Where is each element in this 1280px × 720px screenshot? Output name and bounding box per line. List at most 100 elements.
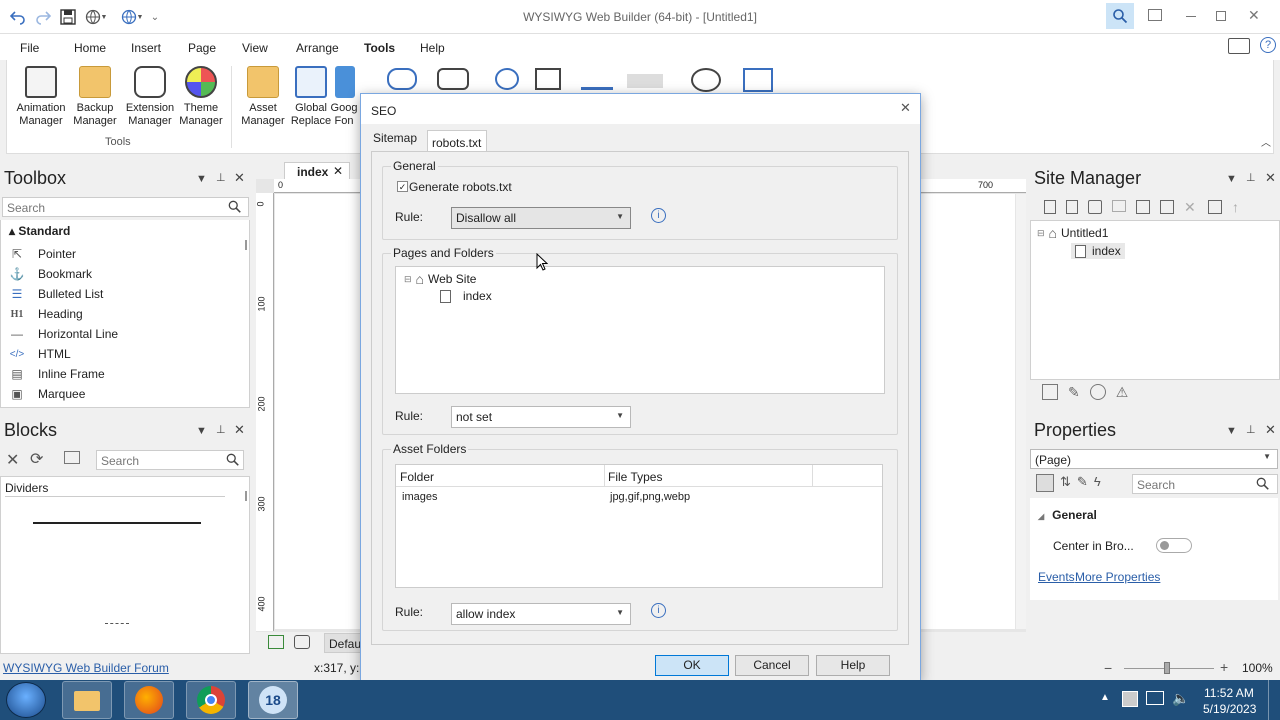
options-icon[interactable] bbox=[743, 68, 773, 92]
sitemap-icon[interactable] bbox=[535, 68, 561, 90]
search-icon[interactable] bbox=[1106, 3, 1134, 29]
chat-icon[interactable] bbox=[495, 68, 519, 90]
delete-icon[interactable]: ✕ bbox=[1184, 200, 1198, 214]
toolbox-item-pointer[interactable]: ⇱ Pointer bbox=[1, 244, 241, 264]
layout-icon[interactable] bbox=[1228, 38, 1250, 54]
taskbar-chrome[interactable] bbox=[186, 681, 236, 719]
scrollbar[interactable] bbox=[245, 240, 247, 250]
info-icon[interactable]: i bbox=[651, 603, 666, 618]
toolbox-search-input[interactable]: Search bbox=[2, 197, 249, 217]
blocks-search-input[interactable]: Search bbox=[96, 450, 244, 470]
generate-robots-checkbox[interactable]: ✓ bbox=[397, 181, 408, 192]
table-row[interactable]: images jpg,gif,png,webp bbox=[396, 489, 882, 507]
assets-rule-dropdown[interactable]: allow index ▼ bbox=[451, 603, 631, 625]
action-center-icon[interactable] bbox=[1122, 691, 1138, 707]
panel-menu-icon[interactable]: ▼ bbox=[1226, 425, 1237, 437]
toolbox-item-heading[interactable]: H1 Heading bbox=[1, 304, 241, 324]
toolbox-item-marquee[interactable]: ▣ Marquee bbox=[1, 384, 241, 404]
page-properties-icon[interactable] bbox=[1088, 200, 1102, 214]
copy-icon[interactable] bbox=[1160, 200, 1174, 214]
panel-menu-icon[interactable]: ▼ bbox=[1226, 173, 1237, 185]
animation-manager-button[interactable]: Animation Manager bbox=[13, 66, 69, 128]
object-selector-dropdown[interactable]: (Page) ▼ bbox=[1030, 449, 1278, 469]
history-icon[interactable] bbox=[1089, 384, 1106, 400]
scrollbar[interactable] bbox=[245, 491, 247, 501]
more-properties-link[interactable]: More Properties bbox=[1075, 570, 1160, 584]
minimize-icon[interactable] bbox=[1186, 16, 1196, 17]
volume-icon[interactable]: 🔈 bbox=[1172, 690, 1189, 707]
font-icon[interactable] bbox=[581, 68, 613, 90]
master-page-tab[interactable]: Defau bbox=[324, 633, 364, 653]
zoom-thumb[interactable] bbox=[1164, 662, 1170, 674]
new-page-icon[interactable] bbox=[1044, 200, 1056, 214]
new-folder-icon[interactable] bbox=[1112, 200, 1126, 212]
tree-root[interactable]: ⊟ ⌂ Untitled1 bbox=[1037, 225, 1108, 241]
general-rule-dropdown[interactable]: Disallow all ▼ bbox=[451, 207, 631, 229]
menu-tools[interactable]: Tools bbox=[364, 41, 395, 55]
zoom-out-icon[interactable]: − bbox=[1104, 660, 1112, 676]
ribbon-display-icon[interactable] bbox=[1148, 9, 1162, 21]
ok-button[interactable]: OK bbox=[655, 655, 729, 676]
menu-home[interactable]: Home bbox=[74, 41, 106, 55]
clock-time[interactable]: 11:52 AM bbox=[1204, 686, 1254, 700]
toolbox-item-html[interactable]: </> HTML bbox=[1, 344, 241, 364]
google-fonts-button[interactable]: Goog Fon bbox=[325, 66, 363, 128]
maximize-icon[interactable] bbox=[1216, 11, 1226, 21]
close-panel-icon[interactable]: ✕ bbox=[234, 170, 245, 186]
add-page-icon[interactable] bbox=[268, 635, 284, 649]
menu-insert[interactable]: Insert bbox=[131, 41, 161, 55]
events-icon[interactable]: ϟ bbox=[1094, 474, 1101, 494]
close-panel-icon[interactable]: ✕ bbox=[1265, 170, 1276, 186]
menu-view[interactable]: View bbox=[242, 41, 268, 55]
clock-date[interactable]: 5/19/2023 bbox=[1203, 702, 1256, 716]
panel-menu-icon[interactable]: ▼ bbox=[196, 173, 207, 185]
gear-icon[interactable] bbox=[691, 68, 721, 92]
close-dialog-icon[interactable]: ✕ bbox=[900, 100, 911, 116]
close-panel-icon[interactable]: ✕ bbox=[234, 422, 245, 438]
robot-icon[interactable] bbox=[437, 68, 469, 90]
toolbox-item-bulleted-list[interactable]: ☰ Bulleted List bbox=[1, 284, 241, 304]
settings-icon[interactable] bbox=[1208, 200, 1222, 214]
center-toggle[interactable] bbox=[1156, 538, 1192, 553]
help-button[interactable]: Help bbox=[816, 655, 890, 676]
divider-block-preview[interactable] bbox=[33, 522, 201, 524]
toolbox-item-inline-frame[interactable]: ▤ Inline Frame bbox=[1, 364, 241, 384]
zoom-slider[interactable] bbox=[1124, 662, 1214, 674]
pin-icon[interactable]: ⊥ bbox=[216, 171, 226, 184]
close-icon[interactable]: ✕ bbox=[1248, 7, 1260, 24]
canvas-scrollbar[interactable] bbox=[1016, 194, 1026, 629]
divider-block-preview[interactable] bbox=[105, 623, 129, 624]
help-icon[interactable]: ? bbox=[1260, 37, 1276, 53]
edit-icon[interactable] bbox=[1136, 200, 1150, 214]
pin-icon[interactable]: ⊥ bbox=[1246, 423, 1256, 436]
link-icon[interactable] bbox=[387, 68, 417, 90]
toolbox-category[interactable]: ▴ Standard bbox=[9, 224, 70, 238]
collapse-ribbon-icon[interactable]: ︿ bbox=[1261, 134, 1271, 149]
events-link[interactable]: Events bbox=[1038, 570, 1075, 584]
menu-arrange[interactable]: Arrange bbox=[296, 41, 339, 55]
zoom-in-icon[interactable]: + bbox=[1220, 659, 1228, 675]
page-settings-icon[interactable] bbox=[294, 635, 310, 649]
tab-index[interactable]: index ✕ bbox=[284, 162, 350, 179]
column-header-file-types[interactable]: File Types bbox=[608, 470, 662, 484]
wrench-icon[interactable]: ✎ bbox=[1077, 474, 1088, 494]
new-page-template-icon[interactable] bbox=[1066, 200, 1078, 214]
close-panel-icon[interactable]: ✕ bbox=[1265, 422, 1276, 438]
sort-icon[interactable]: ⇅ bbox=[1060, 474, 1071, 494]
show-desktop-button[interactable] bbox=[1268, 680, 1280, 720]
warning-icon[interactable]: ⚠ bbox=[1116, 384, 1129, 402]
sitemap-icon[interactable] bbox=[1042, 384, 1058, 400]
tab-sitemap[interactable]: Sitemap bbox=[373, 131, 417, 145]
column-header-folder[interactable]: Folder bbox=[400, 470, 434, 484]
menu-file[interactable]: File bbox=[20, 41, 39, 55]
cancel-button[interactable]: Cancel bbox=[735, 655, 809, 676]
panel-menu-icon[interactable]: ▼ bbox=[196, 425, 207, 437]
pin-page-icon[interactable]: ✎ bbox=[1068, 384, 1080, 402]
taskbar-wysiwyg[interactable]: 18 bbox=[248, 681, 298, 719]
theme-manager-button[interactable]: Theme Manager bbox=[173, 66, 229, 128]
menu-page[interactable]: Page bbox=[188, 41, 216, 55]
start-button-icon[interactable] bbox=[6, 682, 46, 718]
tree-root[interactable]: ⊟ ⌂ Web Site bbox=[404, 271, 476, 287]
show-hidden-icons[interactable]: ▲ bbox=[1100, 692, 1110, 703]
taskbar-explorer[interactable] bbox=[62, 681, 112, 719]
